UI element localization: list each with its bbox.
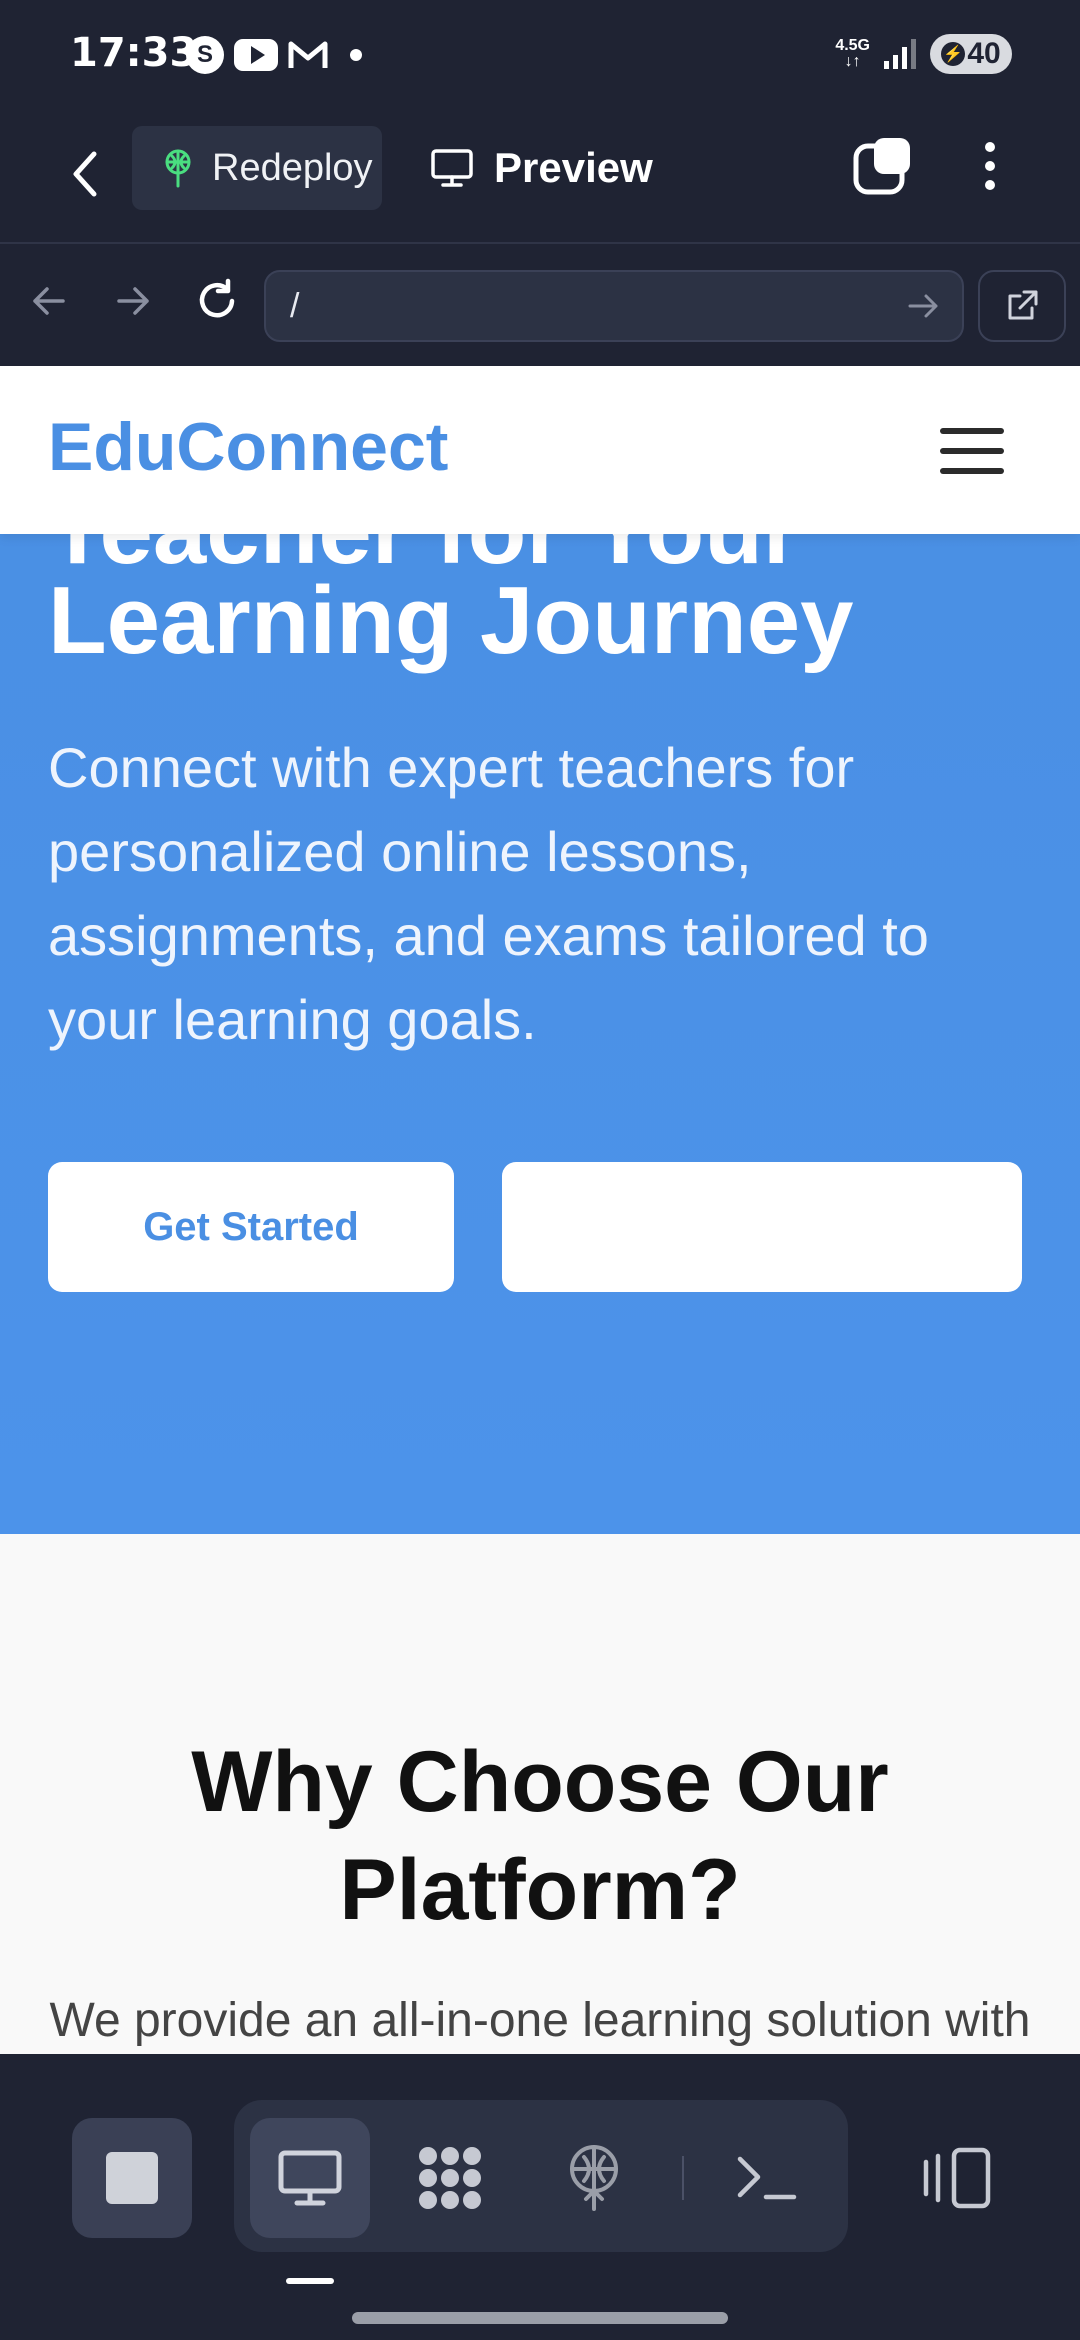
terminal-icon <box>737 2156 797 2200</box>
youtube-icon <box>234 39 278 71</box>
more-notifications-dot <box>350 49 362 61</box>
gmail-icon <box>288 41 328 68</box>
menu-line <box>940 428 1004 434</box>
dock-tabs <box>234 2100 848 2252</box>
section-title: Why Choose Our Platform? <box>191 1734 889 1938</box>
deploy-icon <box>165 149 191 188</box>
url-text: / <box>290 286 300 325</box>
network-label: 4.5G <box>835 37 870 54</box>
menu-button[interactable] <box>940 428 1004 474</box>
section-subtitle: We provide an all-in-one learning soluti… <box>49 1994 1031 2047</box>
go-arrow-icon[interactable] <box>906 288 942 324</box>
dot-2 <box>985 161 995 171</box>
charging-icon: ⚡ <box>941 42 966 66</box>
tabs-button[interactable] <box>852 136 912 196</box>
deploy-tab[interactable] <box>534 2118 654 2238</box>
signal-icon <box>884 39 916 69</box>
deploy-icon <box>570 2145 618 2211</box>
back-button[interactable] <box>60 144 110 204</box>
bottom-dock <box>0 2054 1080 2340</box>
site-logo[interactable]: EduConnect <box>48 408 448 486</box>
hero-section: Teacher for Your Learning Journey Connec… <box>0 366 1080 1534</box>
redeploy-button[interactable]: Redeploy <box>132 126 382 210</box>
dock-divider <box>682 2156 684 2200</box>
active-tab-indicator <box>286 2278 334 2284</box>
menu-line <box>940 468 1004 474</box>
status-bar: 17:33 S 4.5G ↓↑ ⚡ 40 <box>0 0 1080 112</box>
dot-1 <box>985 142 995 152</box>
chevron-left-icon <box>73 151 97 197</box>
preview-tab[interactable]: Preview <box>430 138 653 198</box>
stop-button[interactable] <box>72 2118 192 2238</box>
battery-indicator: ⚡ 40 <box>930 34 1012 74</box>
more-options-button[interactable] <box>970 136 1010 196</box>
reload-button[interactable] <box>192 276 242 326</box>
stop-icon <box>106 2152 158 2204</box>
monitor-icon <box>431 149 473 187</box>
dot-3 <box>985 180 995 190</box>
webview: Teacher for Your Learning Journey Connec… <box>0 366 1080 2054</box>
site-header: EduConnect <box>0 366 1080 534</box>
hero-title: Learning Journey <box>48 567 854 674</box>
apps-tab[interactable] <box>390 2118 510 2238</box>
status-time: 17:33 <box>70 30 198 76</box>
tabs-icon <box>853 138 910 195</box>
s-app-icon: S <box>186 36 224 74</box>
arrow-left-icon <box>33 287 65 315</box>
hero-subtitle: Connect with expert teachers for persona… <box>48 736 929 1051</box>
data-arrows-icon: ↓↑ <box>844 53 861 70</box>
nav-forward-button[interactable] <box>108 276 158 326</box>
home-indicator[interactable] <box>352 2312 728 2324</box>
battery-level: 40 <box>967 37 1001 70</box>
apps-grid-icon <box>419 2147 481 2209</box>
redeploy-label: Redeploy <box>212 146 373 189</box>
nav-back-button[interactable] <box>24 276 74 326</box>
reload-icon <box>199 278 235 318</box>
url-input[interactable]: / <box>264 270 964 342</box>
layout-toggle-button[interactable] <box>900 2118 1020 2238</box>
secondary-hero-button[interactable] <box>502 1162 1022 1292</box>
menu-line <box>940 448 1004 454</box>
notification-icons: S <box>186 36 362 74</box>
desktop-tab[interactable] <box>250 2118 370 2238</box>
open-external-button[interactable] <box>978 270 1066 342</box>
preview-label: Preview <box>494 144 653 191</box>
system-status: 4.5G ↓↑ ⚡ 40 <box>835 34 1012 74</box>
external-link-icon <box>1008 290 1038 320</box>
get-started-button[interactable]: Get Started <box>48 1162 454 1292</box>
browser-nav-bar: / <box>0 246 1080 366</box>
arrow-right-icon <box>117 287 149 315</box>
desktop-icon <box>278 2150 342 2206</box>
network-type: 4.5G ↓↑ <box>835 38 870 70</box>
terminal-tab[interactable] <box>706 2118 826 2238</box>
app-toolbar: Redeploy Preview <box>0 112 1080 244</box>
layout-toggle-icon <box>923 2147 991 2209</box>
